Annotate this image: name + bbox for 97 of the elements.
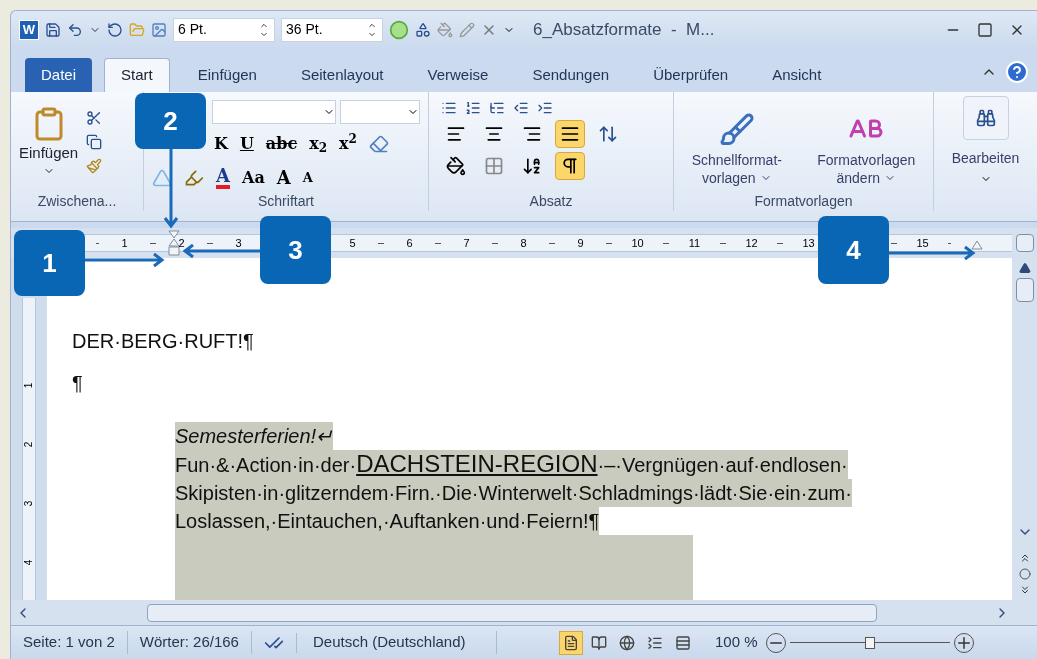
ribbon-tab[interactable]: Start [104, 58, 170, 92]
ribbon-tab[interactable]: Ansicht [756, 58, 838, 92]
format-button[interactable]: x$^{2}$ [339, 132, 357, 156]
ruler-number: 13 [802, 235, 815, 251]
ruler-number: 9 [577, 235, 584, 251]
font-field[interactable] [212, 100, 336, 124]
ruler-number: 5 [349, 235, 356, 251]
app-icon[interactable]: W [19, 19, 39, 40]
shapes-icon[interactable] [415, 21, 431, 38]
ruler-number: 15 [916, 235, 929, 251]
copy-icon[interactable] [86, 133, 103, 150]
ruler-number: 11 [688, 235, 701, 251]
numbering-icon[interactable] [465, 100, 481, 116]
ruler-number: 1 [22, 382, 36, 389]
step-number: 2 [135, 93, 206, 149]
highlighter-icon[interactable] [184, 167, 204, 188]
styles-button[interactable]: Formatvorlagen ändern [817, 112, 916, 187]
ribbon-tab[interactable]: Sendungen [516, 58, 626, 92]
ruler-number: 12 [745, 235, 758, 251]
justify-icon[interactable] [560, 124, 580, 144]
format-button[interactable]: x$_{2}$ [309, 132, 328, 156]
save-icon[interactable] [45, 21, 61, 38]
window-title: 6_Absatzformate - M... [533, 18, 715, 41]
indent-decrease-icon[interactable] [513, 100, 529, 116]
group-label: Absatz [529, 191, 573, 211]
styles-button[interactable]: Schnellformat- vorlagen [691, 112, 782, 187]
text-effect-icon[interactable] [152, 167, 172, 188]
format-button[interactable]: K [214, 132, 228, 156]
group-label: Schriftart [258, 191, 314, 211]
ruler-number: 3 [22, 500, 36, 507]
horizontal-scroll-thumb[interactable] [147, 603, 877, 622]
ruler-number: 3 [235, 235, 242, 251]
ruler-number: 6 [406, 235, 413, 251]
grow-font-button[interactable]: A [276, 164, 291, 191]
ruler-number: 2 [178, 235, 185, 251]
paste-button[interactable]: Einfügen [19, 106, 79, 177]
picture-icon[interactable] [151, 21, 167, 38]
pilcrow-button[interactable] [555, 152, 585, 180]
group-label: Zwischena... [37, 191, 117, 211]
ribbon-tab[interactable]: Datei [25, 58, 93, 92]
align-left-icon[interactable] [446, 124, 466, 144]
align-right-icon[interactable] [522, 124, 542, 144]
ribbon-tab[interactable]: Seitenlayout [284, 58, 400, 92]
multilevel-icon[interactable] [489, 100, 505, 116]
bullets-icon[interactable] [441, 100, 457, 116]
pilcrow-icon[interactable] [560, 156, 580, 176]
spin-field[interactable]: 36 Pt. [281, 17, 383, 42]
ribbon-tab[interactable]: Überprüfen [637, 58, 745, 92]
indent-increase-icon[interactable] [537, 100, 553, 116]
ruler-toggle-icon[interactable] [1015, 234, 1034, 252]
ruler-number: 7 [463, 235, 470, 251]
scroll-thumb[interactable] [1015, 278, 1034, 302]
step-number: 4 [818, 216, 889, 284]
ruler-number: 10 [631, 235, 644, 251]
ruler-number: 8 [520, 235, 527, 251]
ribbon-tab[interactable]: Einfügen [181, 58, 273, 92]
font-color-button[interactable]: A [216, 166, 230, 189]
borders-icon[interactable] [484, 156, 504, 176]
paragraph-mark: ¶ [72, 371, 84, 396]
indent-marker[interactable] [168, 230, 180, 256]
brush-icon[interactable] [718, 112, 755, 148]
help-icon[interactable] [1005, 60, 1029, 84]
indent-marker[interactable] [971, 240, 983, 250]
redo-icon[interactable] [107, 21, 123, 38]
word-count[interactable]: Wörter: 26/166 [127, 631, 252, 654]
scroll-up-icon[interactable] [1018, 262, 1031, 274]
justify-button[interactable] [555, 120, 585, 148]
page-count[interactable]: Seite: 1 von 2 [11, 631, 128, 654]
find-button[interactable] [962, 96, 1009, 140]
font-size-field[interactable] [339, 100, 420, 124]
ruler-number: 4 [22, 559, 36, 566]
line-spacing-icon[interactable] [598, 124, 618, 144]
group-label: Formatvorlagen [754, 191, 853, 211]
document-heading: DER·BERG·RUFT!¶ [72, 329, 255, 354]
group-label: Bearbeiten [951, 149, 1020, 168]
paint-bucket-icon[interactable] [446, 156, 466, 176]
binoculars-icon[interactable] [975, 108, 996, 128]
cut-icon[interactable] [86, 109, 103, 126]
align-center-icon[interactable] [484, 124, 504, 144]
shrink-font-button[interactable]: A [302, 167, 313, 188]
language-label[interactable]: Deutsch (Deutschland) [296, 631, 497, 654]
ruler-number: 1 [121, 235, 128, 251]
change-case-button[interactable]: Aa [241, 165, 265, 190]
format-painter-icon[interactable] [86, 157, 103, 174]
undo-icon[interactable] [67, 21, 83, 38]
ruler-number: 2 [22, 441, 36, 448]
spin-field[interactable]: 6 Pt. [173, 17, 275, 42]
zoom-slider[interactable] [789, 636, 950, 649]
format-button[interactable]: U [239, 132, 254, 156]
step-number: 3 [260, 216, 331, 284]
zoom-label[interactable]: 100 % [714, 631, 758, 654]
maximize-icon[interactable] [977, 21, 993, 38]
ribbon-tab[interactable]: Verweise [411, 58, 505, 92]
format-button[interactable]: abc [265, 132, 298, 156]
sort-icon[interactable] [522, 156, 542, 176]
eraser-icon[interactable] [368, 134, 389, 154]
step-number: 1 [14, 230, 85, 296]
